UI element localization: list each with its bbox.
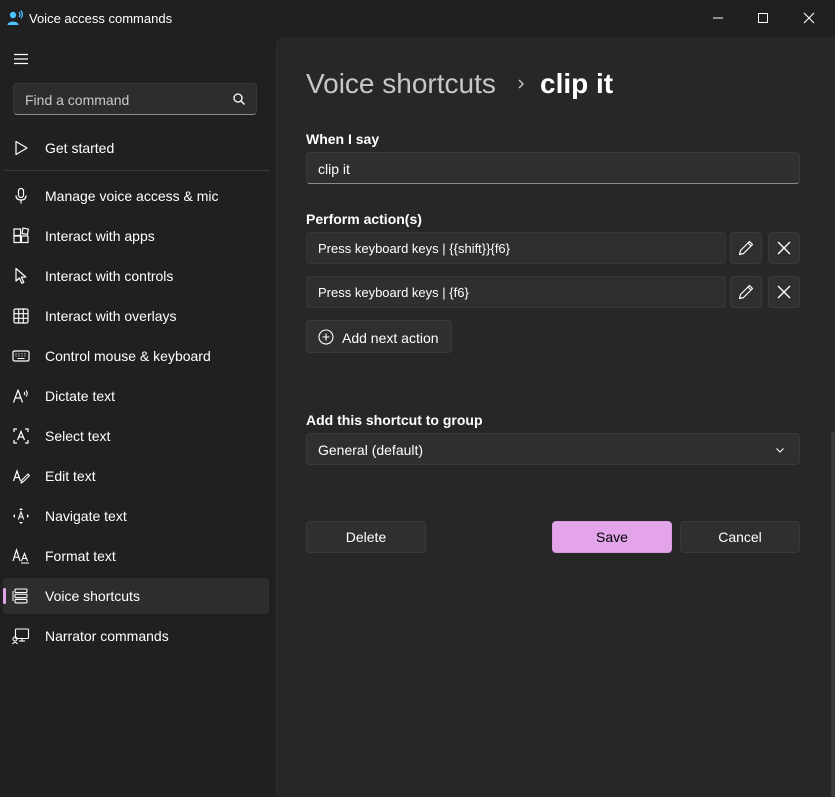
remove-action-button[interactable] [768, 232, 800, 264]
sidebar-item-interact-with-controls[interactable]: Interact with controls [3, 258, 269, 294]
action-row[interactable]: Press keyboard keys | {{shift}}{f6} [306, 232, 726, 264]
sidebar-item-label: Get started [45, 140, 115, 156]
search-input[interactable]: Find a command [25, 92, 129, 108]
hamburger-icon [14, 53, 28, 65]
sidebar-item-label: Interact with controls [45, 268, 174, 284]
search-icon[interactable] [232, 92, 246, 106]
close-icon [803, 12, 815, 24]
add-next-action-label: Add next action [342, 330, 439, 346]
format-text-icon [12, 548, 29, 564]
sidebar-item-get-started[interactable]: Get started [3, 130, 269, 166]
sidebar-item-dictate-text[interactable]: Dictate text [3, 378, 269, 414]
when-i-say-field[interactable]: clip it [306, 152, 800, 184]
keyboard-icon [12, 350, 30, 362]
sidebar-item-label: Select text [45, 428, 111, 444]
sidebar-divider [4, 170, 270, 171]
sidebar-item-label: Format text [45, 548, 116, 564]
maximize-button[interactable] [740, 0, 786, 36]
select-text-icon [13, 428, 29, 444]
action-text: Press keyboard keys | {f6} [318, 285, 469, 300]
apps-icon [13, 227, 30, 244]
selection-indicator [3, 588, 6, 604]
group-dropdown[interactable]: General (default) [306, 433, 800, 465]
save-button[interactable]: Save [552, 521, 672, 553]
pencil-icon [738, 284, 754, 300]
window-title: Voice access commands [29, 11, 173, 26]
search-box[interactable]: Find a command [13, 83, 257, 115]
edit-action-button[interactable] [730, 232, 762, 264]
chevron-down-icon [776, 448, 784, 453]
add-circle-icon [318, 329, 334, 345]
close-icon [777, 285, 791, 299]
sidebar-item-label: Narrator commands [45, 628, 169, 644]
sidebar-item-label: Interact with overlays [45, 308, 177, 324]
sidebar-item-format-text[interactable]: Format text [3, 538, 269, 574]
title-bar: Voice access commands [0, 0, 835, 36]
cancel-button[interactable]: Cancel [680, 521, 800, 553]
when-i-say-label: When I say [306, 131, 380, 147]
microphone-icon [15, 187, 27, 204]
group-selected-value: General (default) [318, 442, 424, 458]
breadcrumb-parent[interactable]: Voice shortcuts [306, 68, 496, 100]
delete-button[interactable]: Delete [306, 521, 426, 553]
sidebar-item-label: Interact with apps [45, 228, 155, 244]
sidebar-item-edit-text[interactable]: Edit text [3, 458, 269, 494]
sidebar-item-interact-with-apps[interactable]: Interact with apps [3, 218, 269, 254]
chevron-right-icon [518, 79, 524, 89]
close-window-button[interactable] [786, 0, 832, 36]
when-i-say-value[interactable]: clip it [318, 161, 350, 177]
hamburger-menu-button[interactable] [11, 49, 31, 69]
sidebar-item-label: Edit text [45, 468, 96, 484]
voice-shortcuts-icon [12, 588, 28, 604]
add-next-action-button[interactable]: Add next action [306, 320, 452, 353]
narrator-icon [12, 628, 30, 645]
close-icon [777, 241, 791, 255]
sidebar-item-control-mouse-keyboard[interactable]: Control mouse & keyboard [3, 338, 269, 374]
window-edge [831, 432, 835, 797]
maximize-icon [758, 13, 768, 23]
navigate-text-icon [13, 508, 29, 524]
perform-actions-label: Perform action(s) [306, 211, 422, 227]
minimize-icon [713, 17, 723, 19]
grid-icon [13, 308, 29, 324]
voice-access-app-icon [7, 10, 24, 25]
sidebar-item-label: Dictate text [45, 388, 116, 404]
dictate-icon [12, 389, 28, 403]
sidebar-item-label: Control mouse & keyboard [45, 348, 211, 364]
sidebar-item-narrator-commands[interactable]: Narrator commands [3, 618, 269, 654]
page-title: clip it [540, 68, 614, 99]
sidebar-item-manage-voice-access[interactable]: Manage voice access & mic [3, 178, 269, 214]
pencil-icon [738, 240, 754, 256]
action-text: Press keyboard keys | {{shift}}{f6} [318, 241, 510, 256]
cursor-icon [15, 267, 27, 284]
play-icon [15, 140, 28, 156]
remove-action-button[interactable] [768, 276, 800, 308]
edit-text-icon [12, 469, 30, 484]
sidebar-item-interact-with-overlays[interactable]: Interact with overlays [3, 298, 269, 334]
edit-action-button[interactable] [730, 276, 762, 308]
sidebar-item-label: Navigate text [45, 508, 127, 524]
action-row[interactable]: Press keyboard keys | {f6} [306, 276, 726, 308]
sidebar-item-navigate-text[interactable]: Navigate text [3, 498, 269, 534]
sidebar-item-voice-shortcuts[interactable]: Voice shortcuts [3, 578, 269, 614]
sidebar-item-label: Voice shortcuts [45, 588, 140, 604]
group-label: Add this shortcut to group [306, 412, 483, 428]
sidebar-item-select-text[interactable]: Select text [3, 418, 269, 454]
sidebar-item-label: Manage voice access & mic [45, 188, 219, 204]
minimize-button[interactable] [695, 0, 741, 36]
